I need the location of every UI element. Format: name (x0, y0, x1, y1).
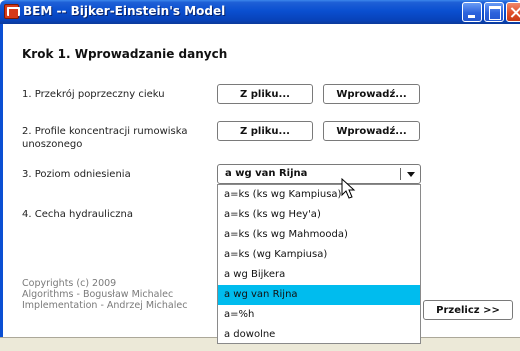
profiles-label-line1: 2. Profile koncentracji rumowiska (22, 126, 188, 137)
copyright-line: Copyrights (c) 2009 (22, 278, 117, 289)
reference-level-options: a=ks (ks wg Kampiusa) a=ks (ks wg Hey'a)… (217, 184, 421, 344)
cross-section-input-button[interactable]: Wprowadź... (323, 84, 420, 104)
profiles-input-button[interactable]: Wprowadź... (323, 121, 420, 141)
chevron-down-icon[interactable] (407, 172, 415, 177)
hydraulic-label: 4. Cecha hydrauliczna (22, 209, 133, 220)
cross-section-file-button[interactable]: Z pliku... (217, 84, 313, 104)
window-title: BEM -- Bijker-Einstein's Model (23, 4, 226, 18)
profiles-label-line2: unoszonego (22, 139, 83, 150)
close-button[interactable] (506, 2, 520, 22)
reference-level-selected: a wg van Rijna (225, 168, 308, 179)
option-ks-mahmood[interactable]: a=ks (ks wg Mahmooda) (218, 225, 420, 245)
option-ks-wg-kampius[interactable]: a=ks (wg Kampiusa) (218, 245, 420, 265)
option-bijker[interactable]: a wg Bijkera (218, 265, 420, 285)
cross-section-label: 1. Przekrój poprzeczny cieku (22, 89, 165, 100)
mouse-pointer-icon (341, 178, 356, 199)
algorithms-credit: Algorithms - Bogusław Michalec (22, 289, 174, 300)
implementation-credit: Implementation - Andrzej Michalec (22, 300, 188, 311)
app-window: BEM -- Bijker-Einstein's Model Krok 1. W… (0, 0, 520, 351)
option-percent-h[interactable]: a=%h (218, 305, 420, 325)
title-bar[interactable]: BEM -- Bijker-Einstein's Model (0, 0, 520, 24)
reference-level-select[interactable]: a wg van Rijna (217, 164, 421, 184)
option-arbitrary[interactable]: a dowolne (218, 325, 420, 345)
option-ks-hey[interactable]: a=ks (ks wg Hey'a) (218, 205, 420, 225)
profiles-file-button[interactable]: Z pliku... (217, 121, 313, 141)
maximize-button[interactable] (484, 2, 504, 22)
step-title: Krok 1. Wprowadzanie danych (22, 47, 228, 61)
option-van-rijn[interactable]: a wg van Rijna (218, 285, 420, 305)
calculate-button[interactable]: Przelicz >> (423, 300, 513, 320)
copyright-block: Copyrights (c) 2009 Algorithms - Bogusła… (22, 278, 187, 311)
minimize-button[interactable] (462, 2, 482, 22)
app-icon[interactable] (4, 4, 20, 19)
option-ks-kampius[interactable]: a=ks (ks wg Kampiusa) (218, 185, 420, 205)
combo-separator (400, 168, 401, 180)
reference-level-label: 3. Poziom odniesienia (22, 169, 131, 180)
